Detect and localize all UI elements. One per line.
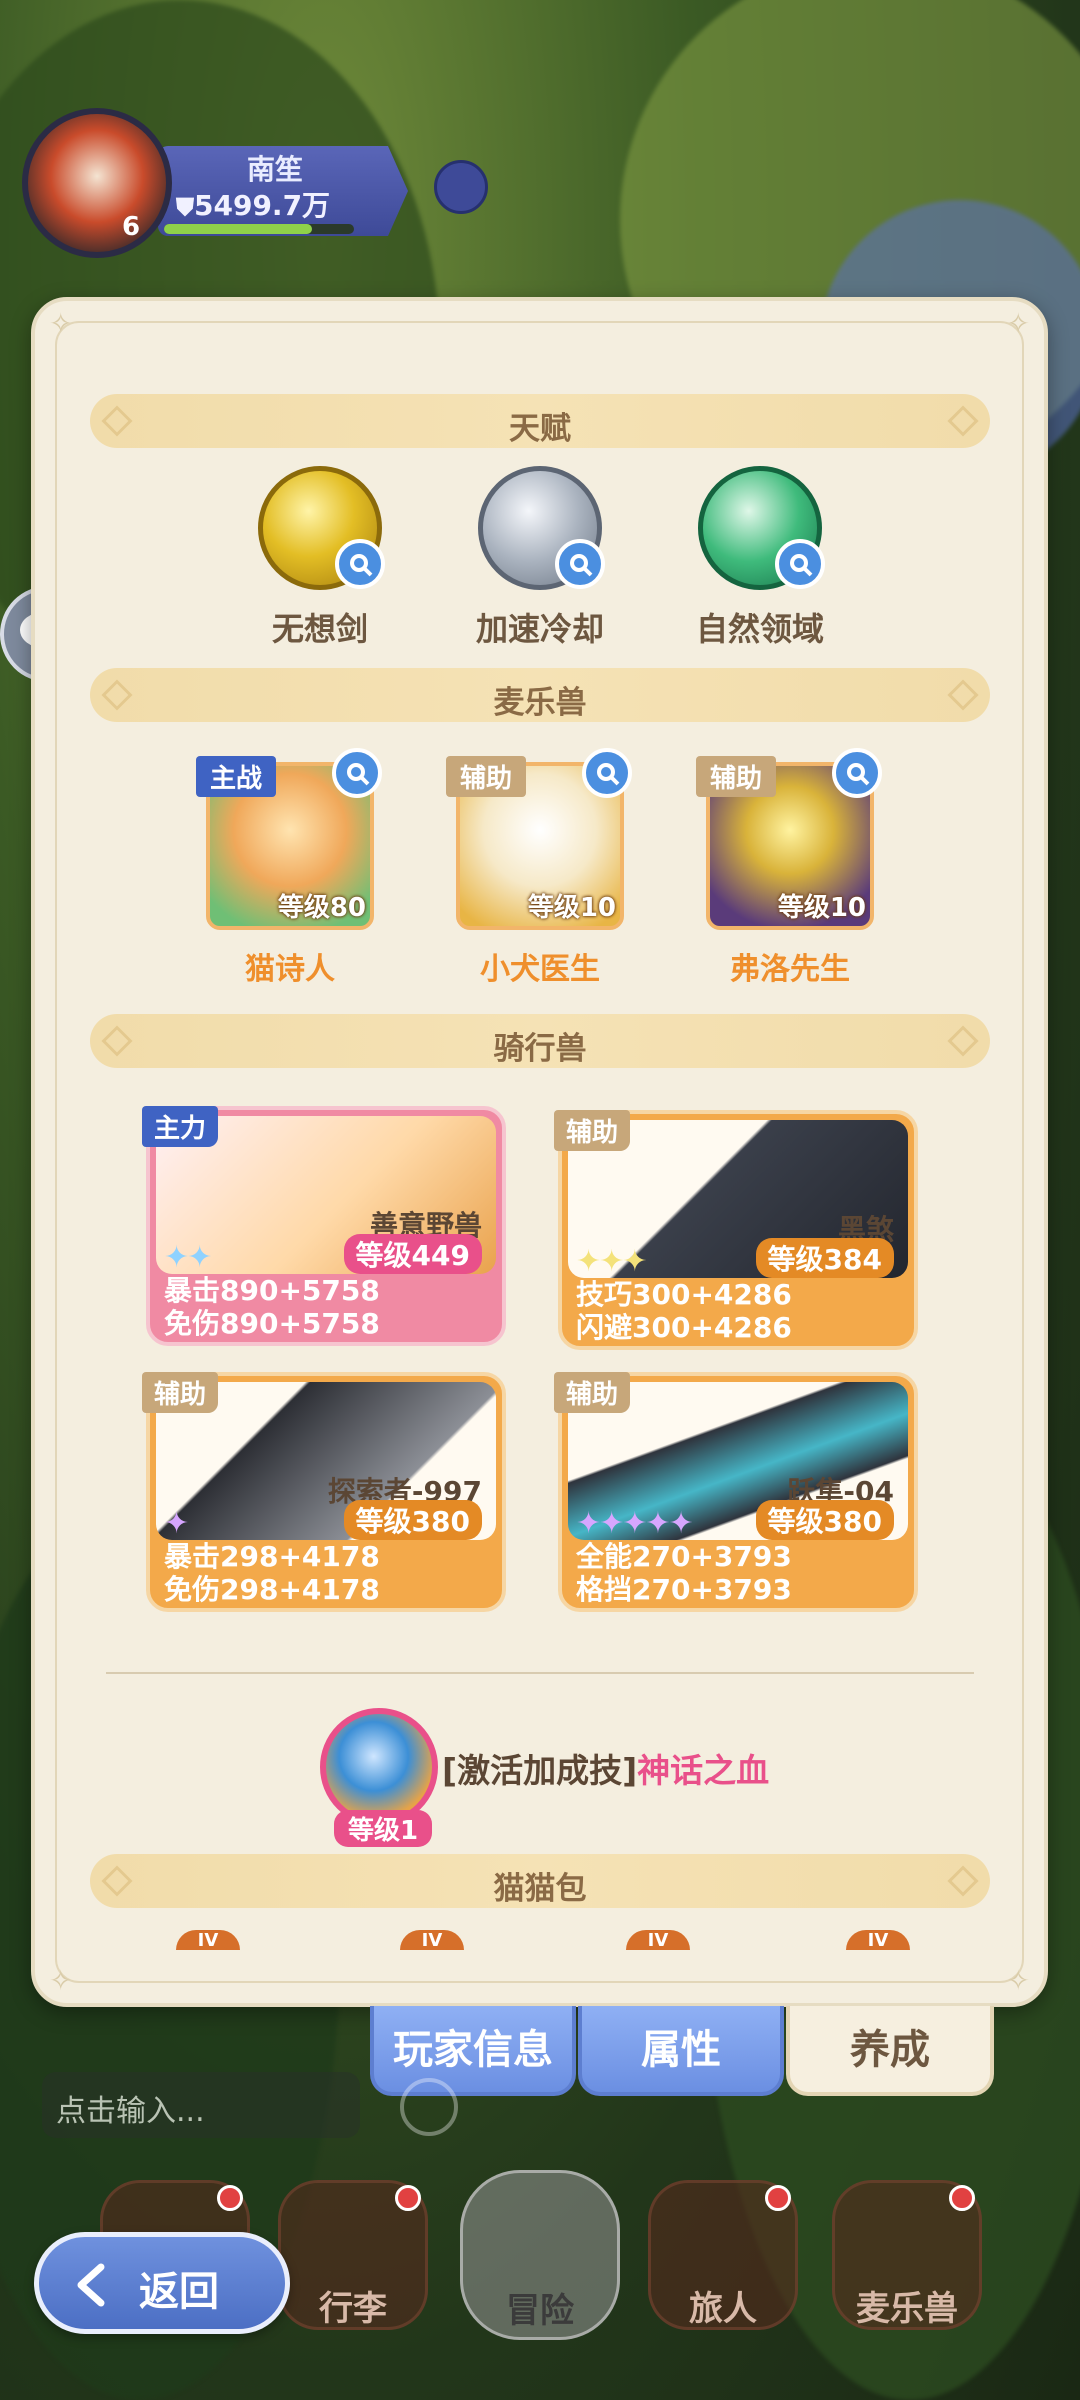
talent-name: 无想剑 [271,610,368,648]
tab-attributes[interactable]: 属性 [578,2006,784,2096]
mount-card[interactable]: 辅助 ✦✦✦✦✦ 跃隼-04 等级380 全能270+3793 格挡270+37… [554,1372,918,1612]
pet-card[interactable]: 辅助 等级10 小犬医生 [446,748,632,988]
tab-cultivate[interactable]: 养成 [786,2006,994,2096]
mount-card[interactable]: 辅助 ✦✦✦ 黑煞 等级384 技巧300+4286 闪避300+4286 [554,1110,918,1350]
bag-item-tab[interactable]: IV [400,1930,464,1951]
notification-dot [949,2185,975,2211]
mount-stat: 全能270+3793 [576,1540,792,1573]
nature-talent-icon[interactable] [698,466,825,590]
mount-level: 等级384 [755,1238,894,1278]
bag-item-tab[interactable]: IV [846,1930,910,1951]
talent-item[interactable]: 加速冷却 [450,466,630,650]
emoji-icon[interactable] [400,2078,458,2136]
back-button[interactable]: 返回 [34,2232,290,2334]
talent-name: 加速冷却 [475,610,604,648]
mount-stat: 免伤890+5758 [164,1307,380,1340]
magnifier-icon[interactable] [582,748,632,798]
talent-item[interactable]: 无想剑 [230,466,410,650]
bag-item-tab[interactable]: IV [176,1930,240,1951]
pet-level: 等级10 [527,893,616,923]
mount-level: 等级449 [343,1234,482,1274]
section-header-mounts: 骑行兽 [90,1014,990,1068]
notification-dot [765,2185,791,2211]
mount-stat: 闪避300+4286 [576,1311,792,1344]
mount-stat: 格挡270+3793 [576,1573,792,1606]
mount-role-tag: 辅助 [554,1110,631,1151]
pet-portrait[interactable]: 辅助 等级10 [696,748,882,930]
pet-level: 等级80 [277,893,366,923]
pet-level: 等级10 [777,893,866,923]
sword-talent-icon[interactable] [258,466,385,590]
section-header-talent: 天赋 [90,394,990,448]
mount-stars: ✦✦ [164,1240,212,1274]
shield-icon: ⛊ [176,193,194,221]
pet-card[interactable]: 主战 等级80 猫诗人 [196,748,382,988]
magnifier-icon[interactable] [332,748,382,798]
player-exp-bar [164,224,354,234]
pet-portrait[interactable]: 主战 等级80 [196,748,382,930]
pet-name: 小犬医生 [480,952,600,987]
magnifier-icon[interactable] [555,539,605,589]
mount-stat: 暴击298+4178 [164,1540,380,1573]
mount-level: 等级380 [343,1500,482,1540]
talent-item[interactable]: 自然领域 [670,466,850,650]
mount-stars: ✦✦✦✦✦ [576,1506,694,1540]
mount-card[interactable]: 主力 ✦✦ 善意野兽 等级449 暴击890+5758 免伤890+5758 [142,1106,506,1346]
pet-portrait[interactable]: 辅助 等级10 [446,748,632,930]
mount-level: 等级380 [755,1500,894,1540]
tab-player-info[interactable]: 玩家信息 [370,2006,576,2096]
mount-card[interactable]: 辅助 ✦ 探索者-997 等级380 暴击298+4178 免伤298+4178 [142,1372,506,1612]
nav-item-traveler[interactable]: 旅人 [648,2180,798,2330]
mount-role-tag: 辅助 [142,1372,219,1413]
section-header-bag: 猫猫包 [90,1854,990,1908]
pet-role-tag: 辅助 [446,756,527,797]
mount-stat: 免伤298+4178 [164,1573,380,1606]
mount-stat: 技巧300+4286 [576,1278,792,1311]
pet-name: 猫诗人 [245,952,335,987]
corner-ornament: ✧ [49,1964,73,1997]
pet-card[interactable]: 辅助 等级10 弗洛先生 [696,748,882,988]
section-divider [106,1672,974,1674]
mount-role-tag: 辅助 [554,1372,631,1413]
magnifier-icon[interactable] [832,748,882,798]
nav-item-luggage[interactable]: 行李 [278,2180,428,2330]
notification-dot [217,2185,243,2211]
chat-input[interactable]: 点击输入... [42,2072,360,2138]
mount-stars: ✦ [164,1506,189,1540]
chat-input-placeholder: 点击输入... [56,2094,205,2129]
pet-role-tag: 主战 [196,756,277,797]
corner-ornament: ✧ [1006,1964,1030,1997]
section-header-pets: 麦乐兽 [90,668,990,722]
player-level: 6 [122,212,141,242]
mount-stat: 暴击890+5758 [164,1274,380,1307]
notification-dot [395,2185,421,2211]
bag-item-tab[interactable]: IV [626,1930,690,1951]
back-arrow-icon [77,2263,105,2307]
cooldown-talent-icon[interactable] [478,466,605,590]
combo-skill-icon[interactable] [320,1708,438,1826]
nav-item-adventure[interactable]: 冒险 [460,2170,620,2340]
mount-role-tag: 主力 [142,1106,219,1147]
pet-name: 弗洛先生 [730,952,850,987]
pet-role-tag: 辅助 [696,756,777,797]
combo-skill-level: 等级1 [334,1810,433,1847]
talent-name: 自然领域 [695,610,824,648]
magnifier-icon[interactable] [775,539,825,589]
magnifier-icon[interactable] [335,539,385,589]
corner-ornament: ✧ [1006,307,1030,340]
mount-stars: ✦✦✦ [576,1244,647,1278]
player-power: ⛊5499.7万 [176,189,331,222]
player-name: 南笙 [246,153,303,186]
corner-ornament: ✧ [49,307,73,340]
player-avatar[interactable] [22,108,172,258]
guild-badge-icon[interactable] [434,160,488,214]
nav-item-pets[interactable]: 麦乐兽 [832,2180,982,2330]
combo-skill-label: [激活加成技]神话之血 [442,1751,770,1790]
